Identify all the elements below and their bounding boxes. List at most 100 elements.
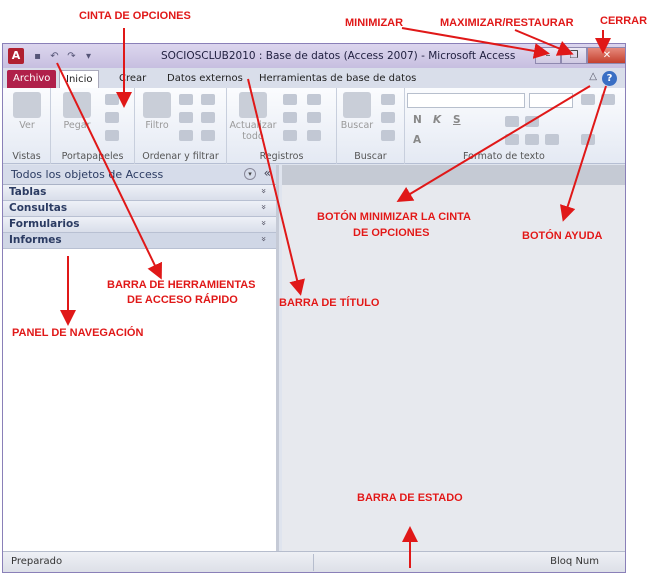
tab-crear[interactable]: Crear [113, 70, 152, 88]
cut-icon[interactable] [105, 94, 119, 105]
gridlines-icon[interactable] [581, 134, 595, 145]
label-cinta-opciones: CINTA DE OPCIONES [79, 10, 191, 22]
redo-icon[interactable]: ↷ [65, 50, 78, 63]
close-button[interactable]: ✕ [587, 47, 625, 64]
nav-group-formularios[interactable]: Formularios » [3, 217, 276, 233]
restore-button[interactable]: ❐ [561, 47, 587, 64]
access-logo-icon[interactable]: A [8, 48, 24, 64]
select-icon[interactable] [381, 130, 395, 141]
sort-desc-icon[interactable] [179, 112, 193, 123]
label-minimizar: MINIMIZAR [345, 17, 404, 29]
align-right-icon[interactable] [545, 134, 559, 145]
bullets-icon[interactable] [581, 94, 595, 105]
group-registros: Actualizar todo Registros [227, 88, 337, 164]
font-name-select[interactable] [407, 93, 525, 108]
save-icon[interactable]: ▪ [31, 50, 44, 63]
nav-group-informes[interactable]: Informes » [3, 233, 276, 249]
status-divider [313, 554, 314, 571]
filter-icon [143, 92, 171, 118]
view-button-label: Ver [19, 120, 35, 131]
group-buscar: Buscar Buscar [337, 88, 405, 164]
advanced-filter-icon[interactable] [201, 112, 215, 123]
status-bar: Preparado Bloq Num [3, 551, 625, 572]
label-boton-min-cinta-2: DE OPCIONES [353, 227, 430, 239]
underline-icon[interactable]: S [453, 114, 461, 126]
italic-icon[interactable]: K [433, 114, 441, 126]
group-vistas: Ver Vistas [3, 88, 51, 164]
tab-herramientas-bd[interactable]: Herramientas de base de datos [253, 70, 422, 88]
bold-icon[interactable]: N [413, 114, 422, 126]
indent-icon[interactable] [505, 116, 519, 127]
refresh-label-2: todo [242, 131, 264, 142]
undo-icon[interactable]: ↶ [48, 50, 61, 63]
chevron-down-icon: » [258, 236, 269, 242]
font-size-select[interactable] [529, 93, 573, 108]
sort-asc-icon[interactable] [179, 94, 193, 105]
find-button[interactable]: Buscar [339, 92, 375, 131]
delete-record-icon[interactable] [283, 130, 297, 141]
toggle-filter-icon[interactable] [201, 130, 215, 141]
group-label-ordenar-filtrar: Ordenar y filtrar [142, 151, 219, 162]
nav-dropdown-icon[interactable]: ▾ [244, 168, 256, 180]
ribbon: Ver Vistas Pegar Portapapeles Filtro Ord… [3, 88, 625, 164]
refresh-all-button[interactable]: Actualizar todo [229, 92, 277, 142]
label-barra-herramientas-1: BARRA DE HERRAMIENTAS [107, 279, 256, 291]
paste-button-label: Pegar [63, 120, 91, 131]
totals-icon[interactable] [307, 94, 321, 105]
replace-icon[interactable] [381, 94, 395, 105]
minimize-ribbon-icon[interactable]: △ [589, 71, 597, 82]
outdent-icon[interactable] [525, 116, 539, 127]
nav-group-label: Consultas [9, 202, 68, 214]
customize-qat-icon[interactable]: ▾ [82, 50, 95, 63]
group-label-vistas: Vistas [12, 151, 41, 162]
label-panel-navegacion: PANEL DE NAVEGACIÓN [12, 327, 144, 339]
clear-sort-icon[interactable] [179, 130, 193, 141]
minimize-button[interactable]: – [535, 47, 561, 64]
refresh-icon [239, 92, 267, 118]
num-lock-indicator: Bloq Num [550, 556, 599, 567]
more-icon[interactable] [307, 130, 321, 141]
paste-button[interactable]: Pegar [59, 92, 95, 131]
numbering-icon[interactable] [601, 94, 615, 105]
nav-collapse-icon[interactable]: « [264, 166, 271, 180]
paste-icon [63, 92, 91, 118]
nav-group-label: Informes [9, 234, 62, 246]
nav-header[interactable]: Todos los objetos de Access ▾ « [3, 165, 276, 185]
align-center-icon[interactable] [525, 134, 539, 145]
nav-group-label: Tablas [9, 186, 47, 198]
tab-datos-externos[interactable]: Datos externos [161, 70, 249, 88]
binoculars-icon [343, 92, 371, 118]
view-button[interactable]: Ver [11, 92, 43, 131]
window-title: SOCIOSCLUB2010 : Base de datos (Access 2… [161, 50, 516, 62]
save-record-icon[interactable] [283, 112, 297, 123]
title-bar: A ▪ ↶ ↷ ▾ SOCIOSCLUB2010 : Base de datos… [3, 44, 625, 68]
align-left-icon[interactable] [505, 134, 519, 145]
chevron-down-icon: » [258, 204, 269, 210]
nav-group-consultas[interactable]: Consultas » [3, 201, 276, 217]
format-painter-icon[interactable] [105, 130, 119, 141]
chevron-down-icon: » [258, 188, 269, 194]
status-text: Preparado [11, 556, 63, 567]
ribbon-tabs: Archivo Inicio Crear Datos externos Herr… [3, 68, 625, 88]
help-icon[interactable]: ? [602, 71, 617, 86]
goto-icon[interactable] [381, 112, 395, 123]
tab-archivo[interactable]: Archivo [7, 70, 57, 88]
filter-button[interactable]: Filtro [141, 92, 173, 131]
copy-icon[interactable] [105, 112, 119, 123]
selection-filter-icon[interactable] [201, 94, 215, 105]
nav-group-tablas[interactable]: Tablas » [3, 185, 276, 201]
group-ordenar-filtrar: Filtro Ordenar y filtrar [135, 88, 227, 164]
font-color-icon[interactable]: A [413, 134, 421, 146]
spelling-icon[interactable] [307, 112, 321, 123]
tab-inicio[interactable]: Inicio [59, 70, 100, 88]
new-record-icon[interactable] [283, 94, 297, 105]
group-formato-texto: N K S A Formato de texto [405, 88, 625, 164]
navigation-pane: Todos los objetos de Access ▾ « Tablas »… [3, 165, 279, 551]
group-portapapeles: Pegar Portapapeles [51, 88, 135, 164]
label-barra-herramientas-2: DE ACCESO RÁPIDO [127, 294, 238, 306]
label-cerrar: CERRAR [600, 15, 648, 27]
document-tab-strip [282, 165, 625, 185]
nav-group-label: Formularios [9, 218, 80, 230]
filter-button-label: Filtro [145, 120, 169, 131]
refresh-label-1: Actualizar [229, 120, 277, 131]
